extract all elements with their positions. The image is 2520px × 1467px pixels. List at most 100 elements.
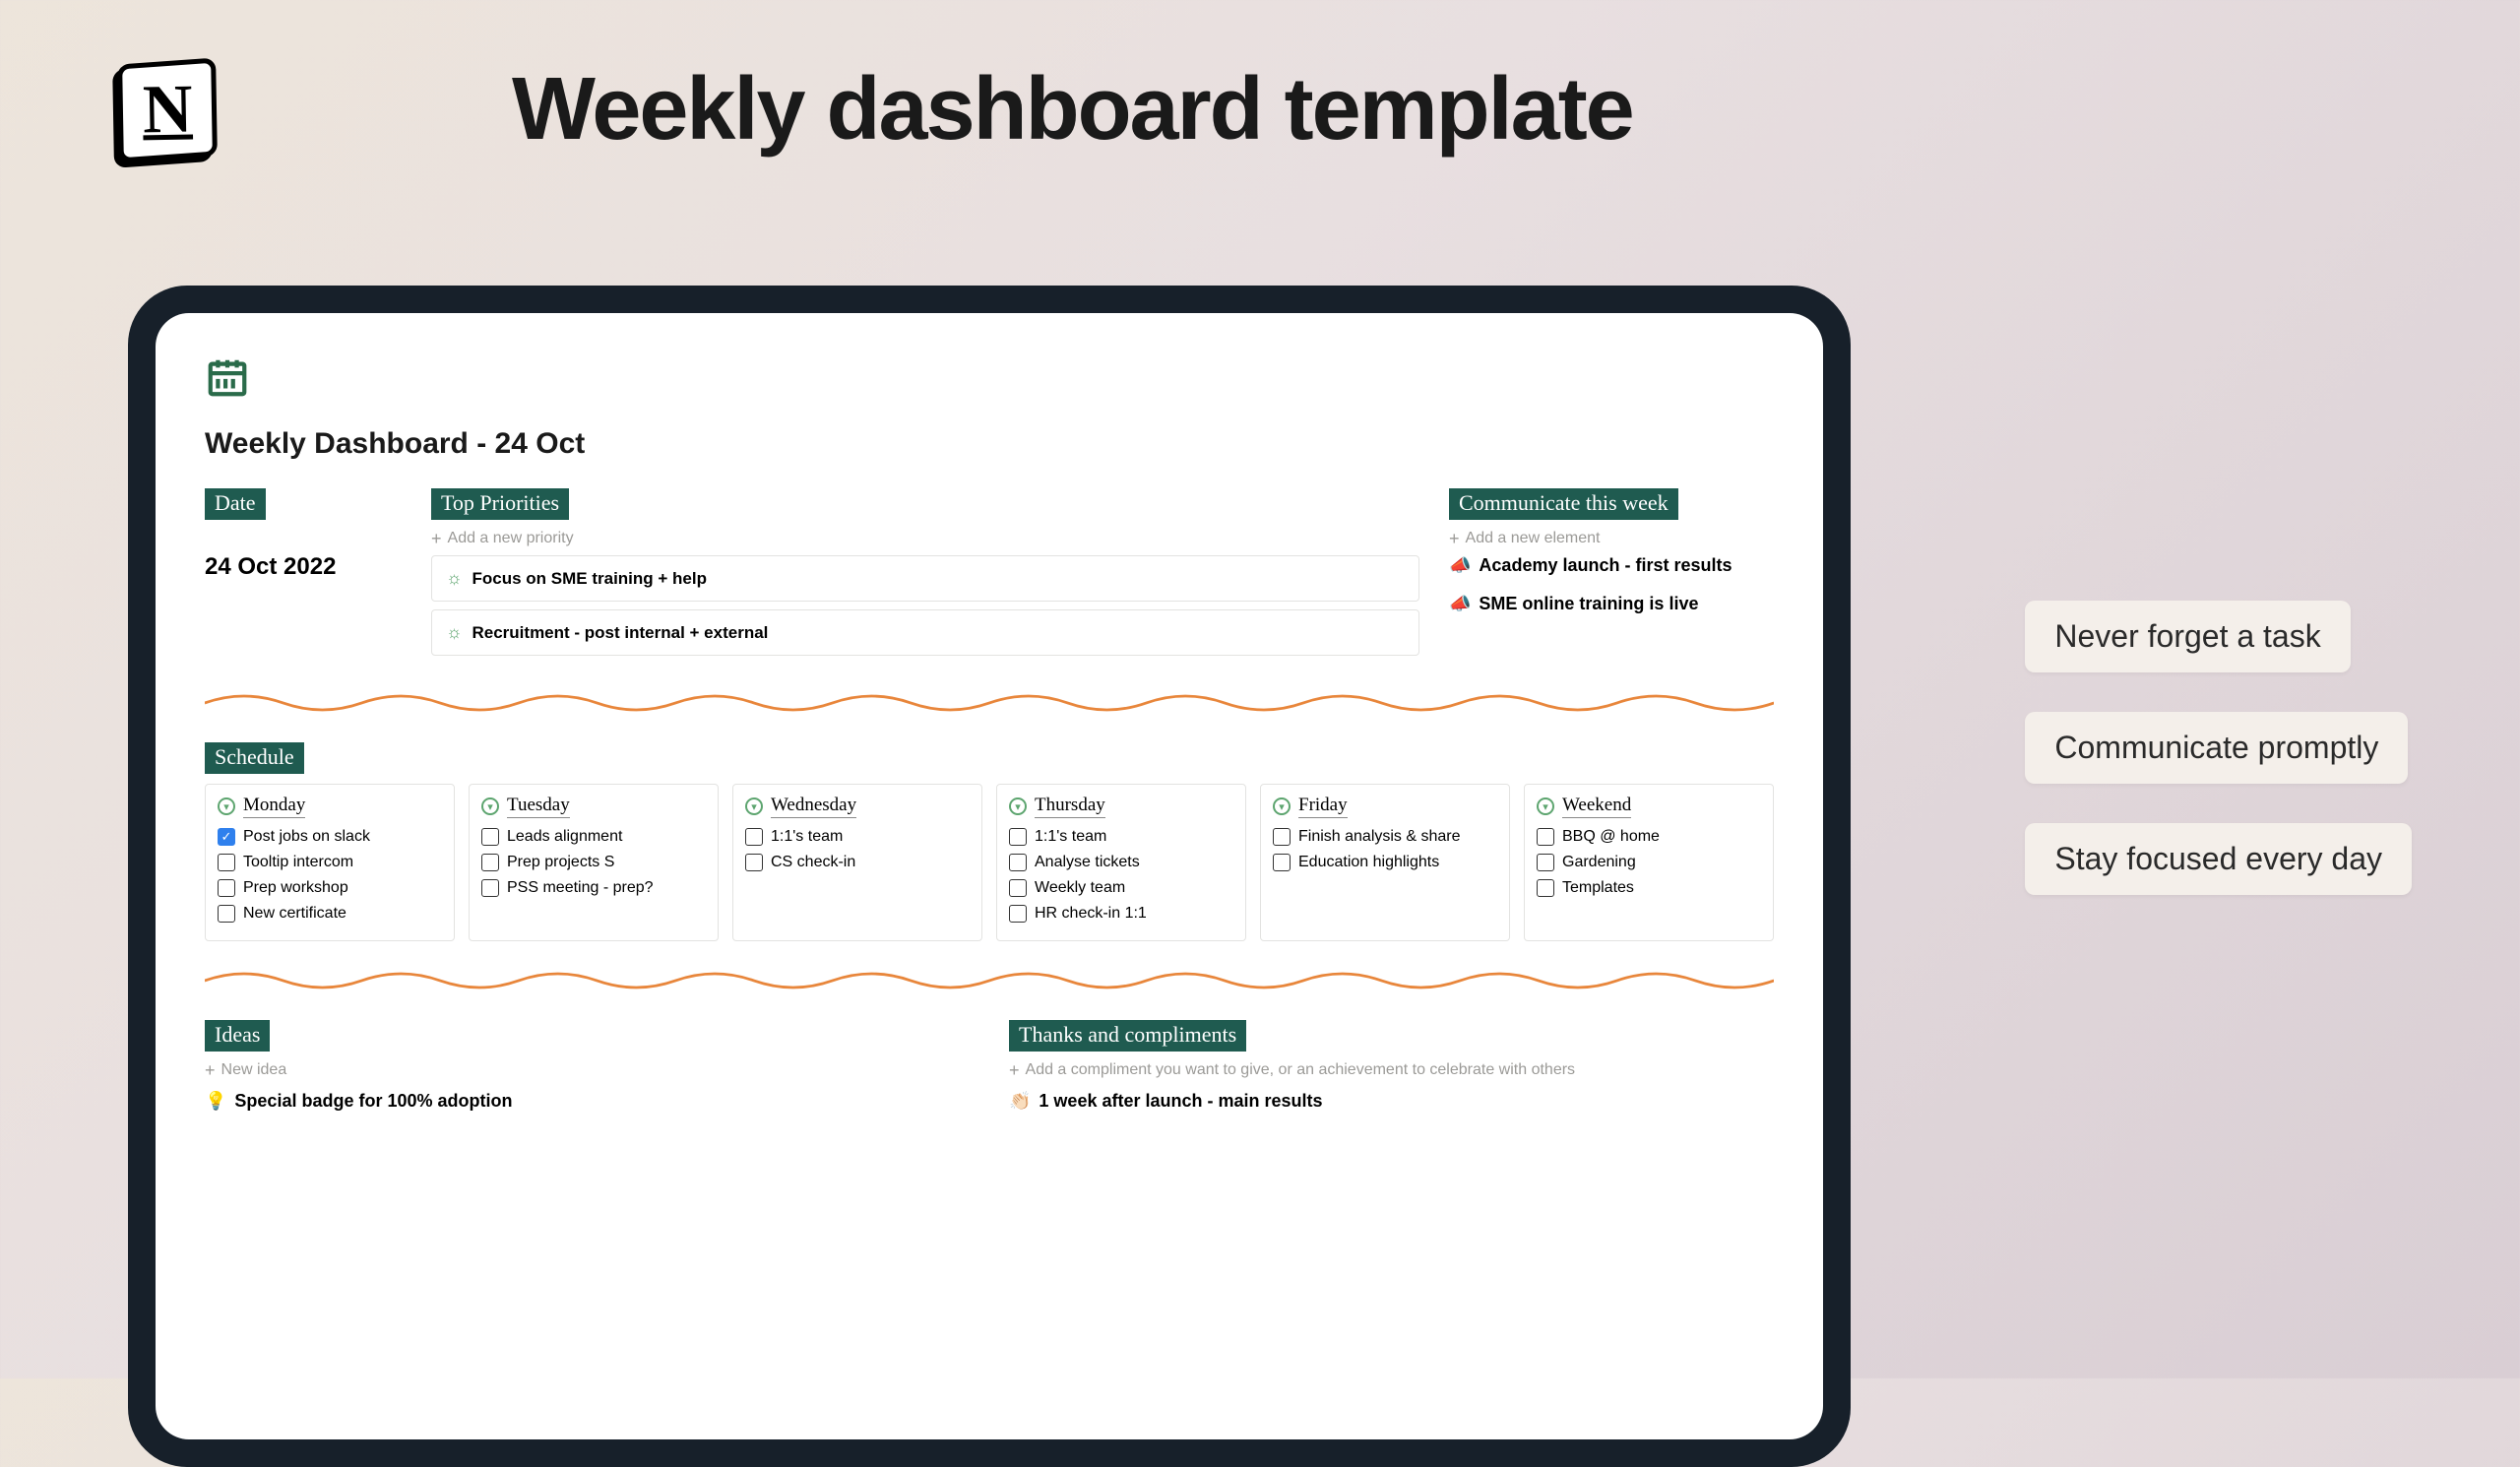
task-text: Prep projects S — [507, 854, 614, 871]
task-text: New certificate — [243, 905, 346, 923]
divider-wavy — [205, 967, 1774, 994]
task-row[interactable]: Analyse tickets — [1009, 854, 1233, 871]
task-row[interactable]: Prep workshop — [218, 879, 442, 897]
task-text: Templates — [1562, 879, 1634, 897]
checkbox[interactable] — [1537, 879, 1554, 897]
task-row[interactable]: Prep projects S — [481, 854, 706, 871]
page-title: Weekly Dashboard - 24 Oct — [205, 427, 1774, 461]
day-header[interactable]: ▾ Friday — [1273, 795, 1497, 818]
communicate-item[interactable]: 📣 Academy launch - first results — [1449, 555, 1774, 576]
day-header[interactable]: ▾Tuesday — [481, 795, 706, 818]
day-name: Wednesday — [771, 795, 856, 818]
day-name: Monday — [243, 795, 305, 818]
toggle-icon[interactable]: ▾ — [745, 797, 763, 815]
add-thanks-button[interactable]: + Add a compliment you want to give, or … — [1009, 1061, 1774, 1079]
day-card: ▾ Friday Finish analysis & share Education … — [1260, 784, 1510, 941]
task-row[interactable]: ✓ Post jobs on slack — [218, 828, 442, 846]
calendar-icon — [205, 354, 1774, 410]
checkbox[interactable] — [481, 854, 499, 871]
task-row[interactable]: Templates — [1537, 879, 1761, 897]
callout-card: Stay focused every day — [2025, 823, 2412, 895]
task-row[interactable]: Education highlights — [1273, 854, 1497, 871]
callout-card: Never forget a task — [2025, 601, 2350, 672]
task-text: Education highlights — [1298, 854, 1439, 871]
idea-item[interactable]: 💡 Special badge for 100% adoption — [205, 1091, 970, 1112]
plus-icon: + — [431, 530, 442, 547]
checkbox[interactable] — [745, 828, 763, 846]
task-text: Leads alignment — [507, 828, 622, 846]
task-text: Weekly team — [1035, 879, 1125, 897]
divider-wavy — [205, 689, 1774, 717]
checkbox[interactable] — [1537, 828, 1554, 846]
checkbox[interactable] — [1537, 854, 1554, 871]
add-priority-button[interactable]: + Add a new priority — [431, 530, 1419, 547]
checkbox[interactable] — [1009, 905, 1027, 923]
tablet-frame: Weekly Dashboard - 24 Oct Date 24 Oct 20… — [128, 286, 1851, 1467]
task-text: Tooltip intercom — [243, 854, 353, 871]
checkbox[interactable] — [745, 854, 763, 871]
checkbox[interactable] — [1009, 854, 1027, 871]
plus-icon: + — [1449, 530, 1460, 547]
checkbox[interactable] — [218, 879, 235, 897]
priority-item[interactable]: ☼ Recruitment - post internal + external — [431, 609, 1419, 656]
date-label: Date — [205, 488, 266, 520]
checkbox[interactable] — [1273, 854, 1291, 871]
task-text: Prep workshop — [243, 879, 348, 897]
date-value: 24 Oct 2022 — [205, 553, 402, 581]
task-row[interactable]: Finish analysis & share — [1273, 828, 1497, 846]
task-row[interactable]: Leads alignment — [481, 828, 706, 846]
megaphone-icon: 📣 — [1449, 594, 1471, 614]
ideas-label: Ideas — [205, 1020, 270, 1052]
day-header[interactable]: ▾ Wednesday — [745, 795, 970, 818]
gear-sun-icon: ☼ — [446, 622, 463, 643]
checkbox[interactable]: ✓ — [218, 828, 235, 846]
day-name: Weekend — [1562, 795, 1631, 818]
checkbox[interactable] — [481, 828, 499, 846]
task-text: BBQ @ home — [1562, 828, 1660, 846]
toggle-icon[interactable]: ▾ — [481, 797, 499, 815]
checkbox[interactable] — [1009, 879, 1027, 897]
day-header[interactable]: ▾ Monday — [218, 795, 442, 818]
day-header[interactable]: ▾ Weekend — [1537, 795, 1761, 818]
toggle-icon[interactable]: ▾ — [1273, 797, 1291, 815]
plus-icon: + — [1009, 1061, 1020, 1079]
task-row[interactable]: Gardening — [1537, 854, 1761, 871]
task-text: Analyse tickets — [1035, 854, 1140, 871]
task-row[interactable]: PSS meeting - prep? — [481, 879, 706, 897]
task-row[interactable]: CS check-in — [745, 854, 970, 871]
thanks-item[interactable]: 👏🏻 1 week after launch - main results — [1009, 1091, 1774, 1112]
task-text: 1:1's team — [771, 828, 843, 846]
lightbulb-icon: 💡 — [205, 1091, 226, 1112]
checkbox[interactable] — [218, 854, 235, 871]
day-name: Friday — [1298, 795, 1348, 818]
notion-page: Weekly Dashboard - 24 Oct Date 24 Oct 20… — [156, 313, 1823, 1439]
task-row[interactable]: Weekly team — [1009, 879, 1233, 897]
task-row[interactable]: 1:1's team — [745, 828, 970, 846]
task-row[interactable]: 1:1's team — [1009, 828, 1233, 846]
communicate-label: Communicate this week — [1449, 488, 1678, 520]
checkbox[interactable] — [218, 905, 235, 923]
communicate-item[interactable]: 📣 SME online training is live — [1449, 594, 1774, 614]
schedule-label: Schedule — [205, 742, 304, 774]
task-text: CS check-in — [771, 854, 855, 871]
toggle-icon[interactable]: ▾ — [1009, 797, 1027, 815]
megaphone-icon: 📣 — [1449, 555, 1471, 576]
day-header[interactable]: ▾ Thursday — [1009, 795, 1233, 818]
task-row[interactable]: New certificate — [218, 905, 442, 923]
toggle-icon[interactable]: ▾ — [1537, 797, 1554, 815]
thanks-label: Thanks and compliments — [1009, 1020, 1246, 1052]
task-row[interactable]: Tooltip intercom — [218, 854, 442, 871]
checkbox[interactable] — [1273, 828, 1291, 846]
priority-item[interactable]: ☼ Focus on SME training + help — [431, 555, 1419, 602]
checkbox[interactable] — [1009, 828, 1027, 846]
clap-icon: 👏🏻 — [1009, 1091, 1031, 1112]
task-text: Post jobs on slack — [243, 828, 370, 846]
toggle-icon[interactable]: ▾ — [218, 797, 235, 815]
day-card: ▾Tuesday Leads alignment Prep projects S PS… — [469, 784, 719, 941]
task-row[interactable]: BBQ @ home — [1537, 828, 1761, 846]
day-name: Thursday — [1035, 795, 1105, 818]
checkbox[interactable] — [481, 879, 499, 897]
add-idea-button[interactable]: + New idea — [205, 1061, 970, 1079]
task-row[interactable]: HR check-in 1:1 — [1009, 905, 1233, 923]
add-communicate-button[interactable]: + Add a new element — [1449, 530, 1774, 547]
